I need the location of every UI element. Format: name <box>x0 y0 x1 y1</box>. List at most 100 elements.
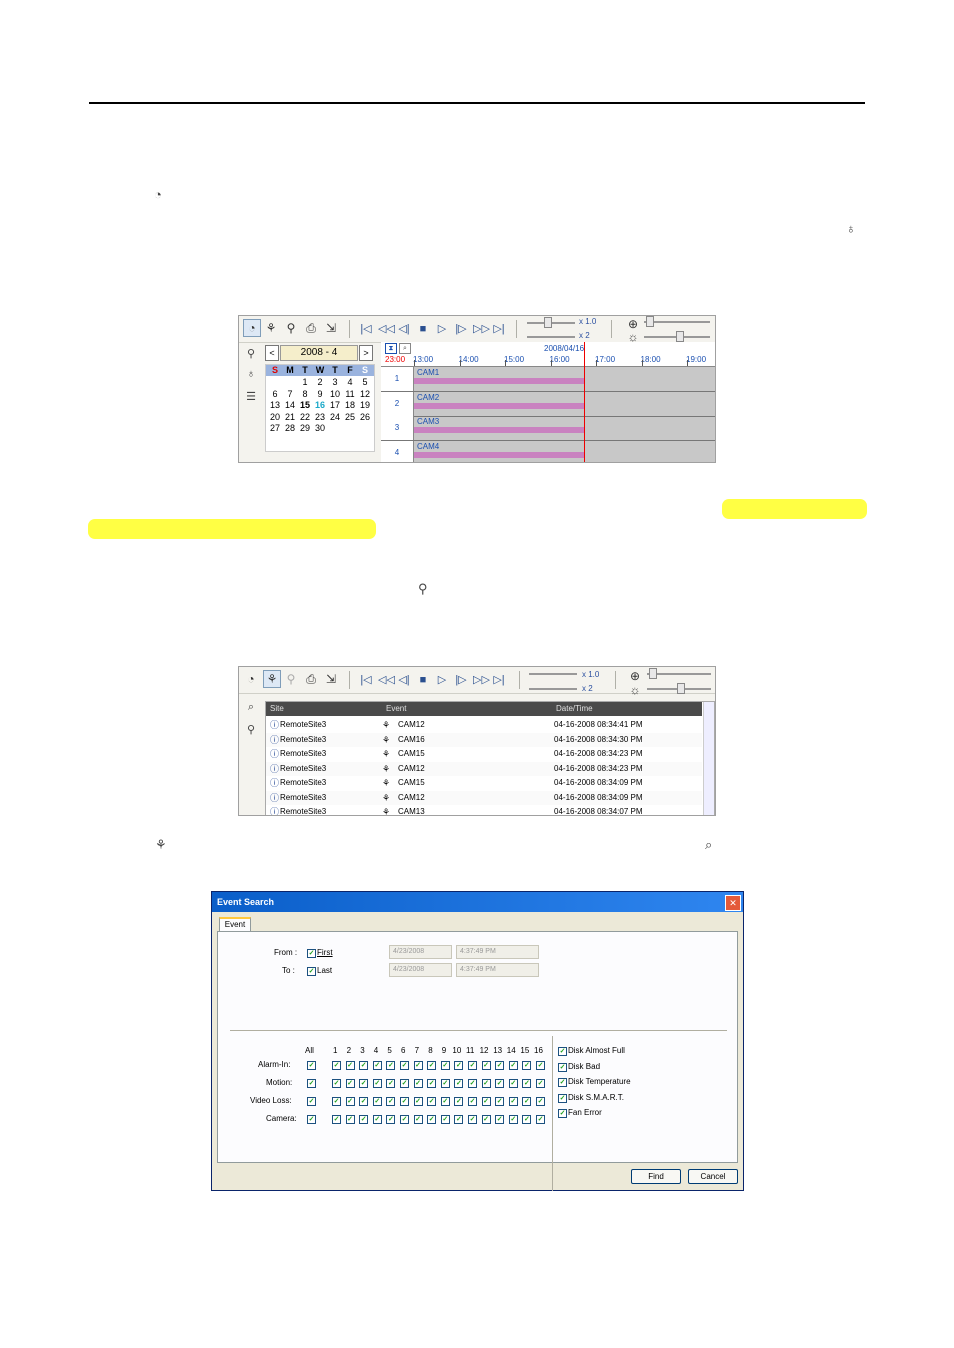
all-checkbox[interactable]: ✓ <box>307 1079 316 1088</box>
channel-checkbox[interactable]: ✓ <box>413 1097 423 1106</box>
calendar-day[interactable]: 1 <box>298 377 312 388</box>
channel-checkbox[interactable]: ✓ <box>427 1079 437 1088</box>
channel-checkbox[interactable]: ✓ <box>508 1079 518 1088</box>
channel-checkbox[interactable]: ✓ <box>427 1097 437 1106</box>
calendar-day[interactable]: 9 <box>313 389 327 400</box>
calendar-day[interactable]: 12 <box>358 389 372 400</box>
go-last-icon[interactable]: ▷| <box>492 321 506 337</box>
channel-checkbox[interactable]: ✓ <box>454 1115 464 1124</box>
channel-checkbox[interactable]: ✓ <box>536 1061 545 1070</box>
timeline-row[interactable]: 1 CAM1 <box>381 367 715 392</box>
channel-checkbox[interactable]: ✓ <box>413 1079 423 1088</box>
timeline-row[interactable]: 4 CAM4 <box>381 440 715 462</box>
channel-checkbox[interactable]: ✓ <box>345 1097 355 1106</box>
stop-icon[interactable]: ■ <box>416 321 430 337</box>
calendar-day[interactable]: 19 <box>358 400 372 411</box>
channel-checkbox[interactable]: ✓ <box>372 1115 382 1124</box>
column-site[interactable]: Site <box>270 702 284 716</box>
calendar-day[interactable]: 21 <box>283 412 297 423</box>
recording-bar[interactable] <box>414 402 584 409</box>
channel-checkbox[interactable]: ✓ <box>495 1079 505 1088</box>
calendar-day[interactable]: 30 <box>313 423 327 434</box>
table-row[interactable]: ⓘ RemoteSite3 ⚘ CAM13 04-16-2008 08:34:07 PM <box>266 805 702 815</box>
event-search-icon[interactable]: ⚘ <box>263 320 279 336</box>
channel-checkbox[interactable]: ✓ <box>454 1097 464 1106</box>
channel-checkbox[interactable]: ✓ <box>468 1097 477 1106</box>
system-event-checkbox[interactable]: ✓ <box>558 1047 567 1056</box>
channel-checkbox[interactable]: ✓ <box>522 1097 532 1106</box>
cancel-button[interactable]: Cancel <box>688 1169 738 1184</box>
search-icon[interactable]: ⌕ <box>244 701 258 715</box>
channel-checkbox[interactable]: ✓ <box>508 1061 518 1070</box>
step-backward-icon[interactable]: ◁| <box>397 321 411 337</box>
channel-checkbox[interactable]: ✓ <box>359 1061 369 1070</box>
channel-checkbox[interactable]: ✓ <box>495 1115 505 1124</box>
search-add-icon[interactable]: ⚲ <box>244 723 258 737</box>
channel-checkbox[interactable]: ✓ <box>400 1061 409 1070</box>
channel-checkbox[interactable]: ✓ <box>413 1115 423 1124</box>
channel-checkbox[interactable]: ✓ <box>508 1097 518 1106</box>
calendar-day[interactable]: 29 <box>298 423 312 434</box>
timeline-row[interactable]: 2 CAM2 <box>381 391 715 417</box>
channel-checkbox[interactable]: ✓ <box>386 1097 396 1106</box>
step-slider[interactable] <box>527 336 575 338</box>
stop-icon[interactable]: ■ <box>416 672 430 688</box>
channel-checkbox[interactable]: ✓ <box>440 1115 450 1124</box>
channel-checkbox[interactable]: ✓ <box>495 1097 505 1106</box>
close-icon[interactable]: ✕ <box>725 895 741 911</box>
channel-checkbox[interactable]: ✓ <box>345 1115 355 1124</box>
channel-checkbox[interactable]: ✓ <box>536 1115 545 1124</box>
play-icon[interactable]: ▷ <box>435 321 449 337</box>
brightness-slider-knob[interactable] <box>676 331 684 342</box>
table-row[interactable]: ⓘ RemoteSite3 ⚘ CAM12 04-16-2008 08:34:23 PM <box>266 761 702 776</box>
calendar-day[interactable]: 3 <box>328 377 342 388</box>
to-date-input[interactable]: 4/23/2008 <box>389 963 452 977</box>
person-search-icon[interactable]: ⚲ <box>283 320 299 336</box>
channel-checkbox[interactable]: ✓ <box>332 1079 341 1088</box>
recording-bar[interactable] <box>414 378 584 384</box>
channel-checkbox[interactable]: ✓ <box>359 1097 369 1106</box>
zoom-slider-knob[interactable] <box>646 316 654 327</box>
print-icon[interactable]: ⎙ <box>303 320 319 336</box>
channel-checkbox[interactable]: ✓ <box>454 1061 464 1070</box>
find-button[interactable]: Find <box>631 1169 681 1184</box>
channel-checkbox[interactable]: ✓ <box>372 1061 382 1070</box>
fast-forward-icon[interactable]: ▷▷ <box>473 672 490 688</box>
table-row[interactable]: ⓘ RemoteSite3 ⚘ CAM15 04-16-2008 08:34:09 PM <box>266 776 702 790</box>
table-row[interactable]: ⓘ RemoteSite3 ⚘ CAM15 04-16-2008 08:34:23 PM <box>266 747 702 761</box>
calendar-day[interactable]: 5 <box>358 377 372 388</box>
calendar-day[interactable]: 13 <box>268 400 282 411</box>
all-checkbox[interactable]: ✓ <box>307 1115 316 1124</box>
channel-checkbox[interactable]: ✓ <box>522 1061 532 1070</box>
channel-checkbox[interactable]: ✓ <box>400 1079 409 1088</box>
all-checkbox[interactable]: ✓ <box>307 1061 316 1070</box>
calendar-day[interactable]: 2 <box>313 377 327 388</box>
channel-checkbox[interactable]: ✓ <box>413 1061 423 1070</box>
fast-backward-icon[interactable]: ◁◁ <box>378 672 395 688</box>
recording-bar[interactable] <box>414 427 584 433</box>
calendar-day[interactable]: 8 <box>298 389 312 400</box>
column-event[interactable]: Event <box>386 702 406 716</box>
channel-checkbox[interactable]: ✓ <box>345 1079 355 1088</box>
system-event-checkbox[interactable]: ✓ <box>558 1093 567 1103</box>
channel-checkbox[interactable]: ✓ <box>536 1097 545 1106</box>
channel-checkbox[interactable]: ✓ <box>400 1097 409 1106</box>
from-date-input[interactable]: 4/23/2008 <box>389 945 452 959</box>
calendar-day[interactable]: 23 <box>313 412 327 423</box>
channel-checkbox[interactable]: ✓ <box>481 1079 491 1088</box>
step-backward-icon[interactable]: ◁| <box>397 672 411 688</box>
calendar-day[interactable]: 6 <box>268 389 282 400</box>
calendar-day[interactable]: 18 <box>343 400 357 411</box>
channel-checkbox[interactable]: ✓ <box>454 1079 464 1088</box>
record-icon[interactable]: ♁ <box>244 368 258 382</box>
from-time-input[interactable]: 4:37:49 PM <box>456 945 539 959</box>
channel-checkbox[interactable]: ✓ <box>332 1061 341 1070</box>
column-date-time[interactable]: Date/Time <box>556 702 593 716</box>
scrollbar[interactable] <box>703 702 714 815</box>
calendar-day[interactable]: 26 <box>358 412 372 423</box>
first-checkbox[interactable]: ✓ <box>307 949 316 958</box>
search-icon[interactable]: ⚲ <box>244 347 258 361</box>
time-search-icon[interactable]: ◔ <box>243 671 259 687</box>
fast-backward-icon[interactable]: ◁◁ <box>378 321 395 337</box>
channel-checkbox[interactable]: ✓ <box>508 1115 518 1124</box>
